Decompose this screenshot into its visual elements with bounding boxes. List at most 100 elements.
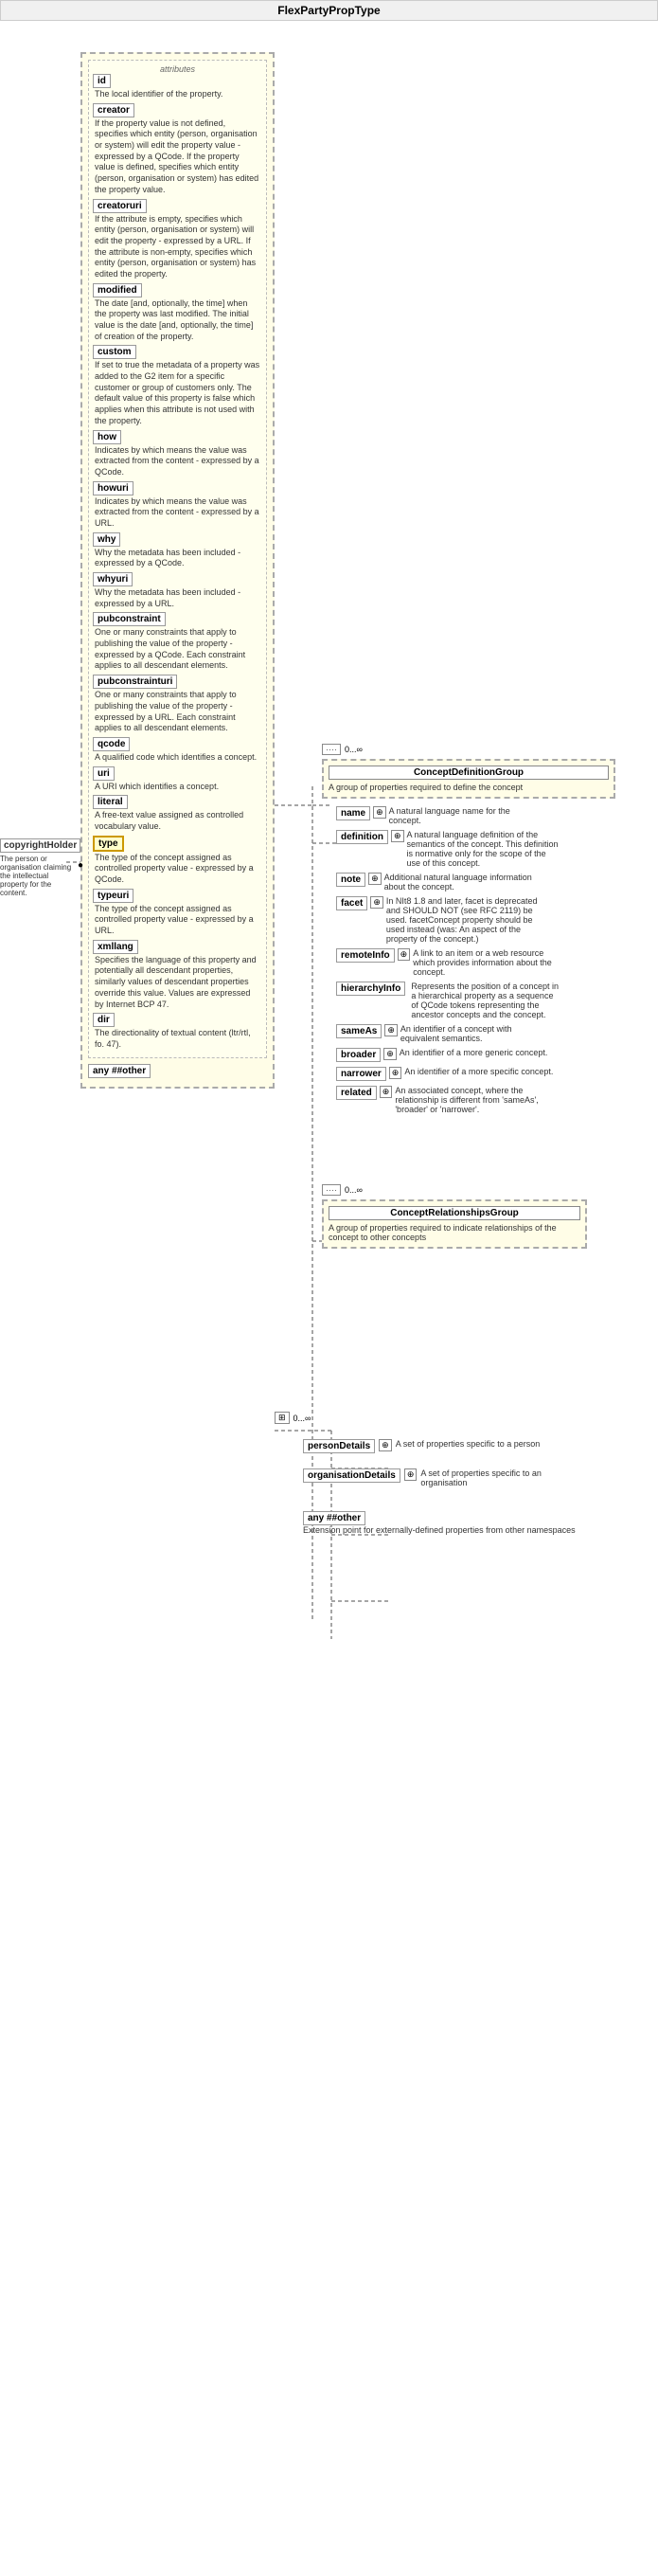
rpi-related: related ⊕ An associated concept, where t… <box>336 1086 615 1114</box>
attr-why: why Why the metadata has been included -… <box>93 532 262 569</box>
concept-rel-group-desc: A group of properties required to indica… <box>329 1223 580 1242</box>
elem-any-other-name: any ##other <box>88 1064 151 1078</box>
rpi-facet-box: facet <box>336 896 367 910</box>
attr-whyuri: whyuri Why the metadata has been include… <box>93 572 262 609</box>
rpi-hierarchyinfo: hierarchyInfo Represents the position of… <box>336 982 615 1019</box>
rpi-note: note ⊕ Additional natural language infor… <box>336 873 615 892</box>
concept-rel-group-container: ···· 0...∞ ConceptRelationshipsGroup A g… <box>322 1184 587 1249</box>
mult-label-top: 0...∞ <box>345 745 363 754</box>
rpi-definition-desc: A natural language definition of the sem… <box>407 830 559 868</box>
attr-how-name: how <box>93 430 121 444</box>
attr-custom: custom If set to true the metadata of a … <box>93 345 262 426</box>
attr-modified-name: modified <box>93 283 142 297</box>
attr-literal: literal A free-text value assigned as co… <box>93 795 262 832</box>
any-other-box: any ##other <box>303 1511 365 1525</box>
attr-pubconstrainturi-desc: One or many constraints that apply to pu… <box>95 690 260 734</box>
attr-howuri: howuri Indicates by which means the valu… <box>93 481 262 530</box>
seq-connector-area-2: ···· 0...∞ <box>322 1184 587 1196</box>
attr-xmllang-desc: Specifies the language of this property … <box>95 955 260 1010</box>
org-details-item: organisationDetails ⊕ A set of propertie… <box>303 1468 576 1487</box>
attr-modified: modified The date [and, optionally, the … <box>93 283 262 343</box>
attr-qcode-name: qcode <box>93 737 130 751</box>
bottom-connector-area: ⊞ 0...∞ <box>275 1412 576 1424</box>
attr-creator-name: creator <box>93 103 134 117</box>
attr-pubconstraint-name: pubconstraint <box>93 612 166 626</box>
rpi-related-box: related <box>336 1086 377 1100</box>
attr-id: id The local identifier of the property. <box>93 74 262 100</box>
attr-type-desc: The type of the concept assigned as cont… <box>95 853 260 886</box>
org-details-desc: A set of properties specific to an organ… <box>420 1468 572 1487</box>
attributes-block: attributes id The local identifier of th… <box>88 60 267 1058</box>
attr-qcode-desc: A qualified code which identifies a conc… <box>95 752 260 764</box>
person-details-item: personDetails ⊕ A set of properties spec… <box>303 1439 576 1453</box>
attr-creatoruri-desc: If the attribute is empty, specifies whi… <box>95 214 260 280</box>
bottom-items: ⊞ 0...∞ personDetails ⊕ A set of propert… <box>275 1412 576 1535</box>
rpi-definition: definition ⊕ A natural language definiti… <box>336 830 615 868</box>
rpi-remoteinfo-box: remoteInfo <box>336 948 395 963</box>
concept-def-group-box: ConceptDefinitionGroup A group of proper… <box>322 759 615 799</box>
rpi-sameas-icon: ⊕ <box>384 1024 398 1036</box>
attr-pubconstraint: pubconstraint One or many constraints th… <box>93 612 262 672</box>
rpi-narrower-box: narrower <box>336 1067 386 1081</box>
attr-pubconstraint-desc: One or many constraints that apply to pu… <box>95 627 260 672</box>
page-wrapper: FlexPartyPropType at <box>0 0 658 2567</box>
attr-typeuri: typeuri The type of the concept assigned… <box>93 889 262 937</box>
attr-custom-name: custom <box>93 345 136 359</box>
right-items-list: name ⊕ A natural language name for the c… <box>336 806 615 1114</box>
rpi-narrower-desc: An identifier of a more specific concept… <box>404 1067 553 1076</box>
attr-howuri-desc: Indicates by which means the value was e… <box>95 496 260 530</box>
concept-rel-group-box: ConceptRelationshipsGroup A group of pro… <box>322 1199 587 1249</box>
rpi-sameas-desc: An identifier of a concept with equivale… <box>400 1024 552 1043</box>
attr-pubconstrainturi: pubconstrainturi One or many constraints… <box>93 675 262 734</box>
rpi-related-desc: An associated concept, where the relatio… <box>395 1086 546 1114</box>
attr-why-desc: Why the metadata has been included - exp… <box>95 548 260 569</box>
rpi-broader-desc: An identifier of a more generic concept. <box>400 1048 548 1057</box>
seq-icon: ···· <box>322 744 341 755</box>
any-other-desc: Extension point for externally-defined p… <box>303 1525 576 1535</box>
attr-typeuri-name: typeuri <box>93 889 133 903</box>
concept-rel-group-title: ConceptRelationshipsGroup <box>329 1206 580 1220</box>
attr-dir: dir The directionality of textual conten… <box>93 1013 262 1050</box>
rpi-remoteinfo-icon: ⊕ <box>398 948 411 961</box>
attr-creator-desc: If the property value is not defined, sp… <box>95 118 260 196</box>
org-details-box: organisationDetails <box>303 1468 400 1483</box>
attr-type: type The type of the concept assigned as… <box>93 836 262 886</box>
attr-qcode: qcode A qualified code which identifies … <box>93 737 262 764</box>
bottom-seq-icon: ⊞ <box>275 1412 290 1424</box>
attr-dir-name: dir <box>93 1013 115 1027</box>
seq-icon-2: ···· <box>322 1184 341 1196</box>
attr-id-desc: The local identifier of the property. <box>95 89 260 100</box>
rpi-facet-icon: ⊕ <box>370 896 383 909</box>
rpi-note-desc: Additional natural language information … <box>384 873 536 892</box>
bottom-mult: 0...∞ <box>293 1414 311 1423</box>
rpi-hierarchyinfo-desc: Represents the position of a concept in … <box>411 982 562 1019</box>
rpi-note-icon: ⊕ <box>368 873 382 885</box>
rpi-definition-icon: ⊕ <box>391 830 404 842</box>
attr-creatoruri-name: creatoruri <box>93 199 147 213</box>
attr-literal-desc: A free-text value assigned as controlled… <box>95 810 260 832</box>
attributes-header: attributes <box>93 64 262 74</box>
attr-literal-name: literal <box>93 795 128 809</box>
attr-dir-desc: The directionality of textual content (l… <box>95 1028 260 1050</box>
mult-label-2: 0...∞ <box>345 1185 363 1195</box>
concept-def-group-desc: A group of properties required to define… <box>329 783 609 792</box>
attr-howuri-name: howuri <box>93 481 133 495</box>
rpi-note-box: note <box>336 873 365 887</box>
rpi-remoteinfo-desc: A link to an item or a web resource whic… <box>413 948 555 977</box>
attr-uri-desc: A URI which identifies a concept. <box>95 782 260 793</box>
person-details-box: personDetails <box>303 1439 375 1453</box>
connector-dot: ● <box>78 860 83 871</box>
rpi-definition-box: definition <box>336 830 388 844</box>
attr-typeuri-desc: The type of the concept assigned as cont… <box>95 904 260 937</box>
person-details-desc: A set of properties specific to a person <box>396 1439 541 1449</box>
rpi-broader: broader ⊕ An identifier of a more generi… <box>336 1048 615 1062</box>
attr-uri: uri A URI which identifies a concept. <box>93 766 262 793</box>
attr-xmllang: xmllang Specifies the language of this p… <box>93 940 262 1010</box>
rpi-sameas-box: sameAs <box>336 1024 382 1038</box>
any-other-item: any ##other Extension point for external… <box>303 1512 576 1535</box>
rpi-facet: facet ⊕ In NIt8 1.8 and later, facet is … <box>336 896 615 944</box>
rpi-remoteinfo: remoteInfo ⊕ A link to an item or a web … <box>336 948 615 977</box>
attr-pubconstrainturi-name: pubconstrainturi <box>93 675 177 689</box>
rpi-name-icon: ⊕ <box>373 806 386 819</box>
attr-how: how Indicates by which means the value w… <box>93 430 262 478</box>
